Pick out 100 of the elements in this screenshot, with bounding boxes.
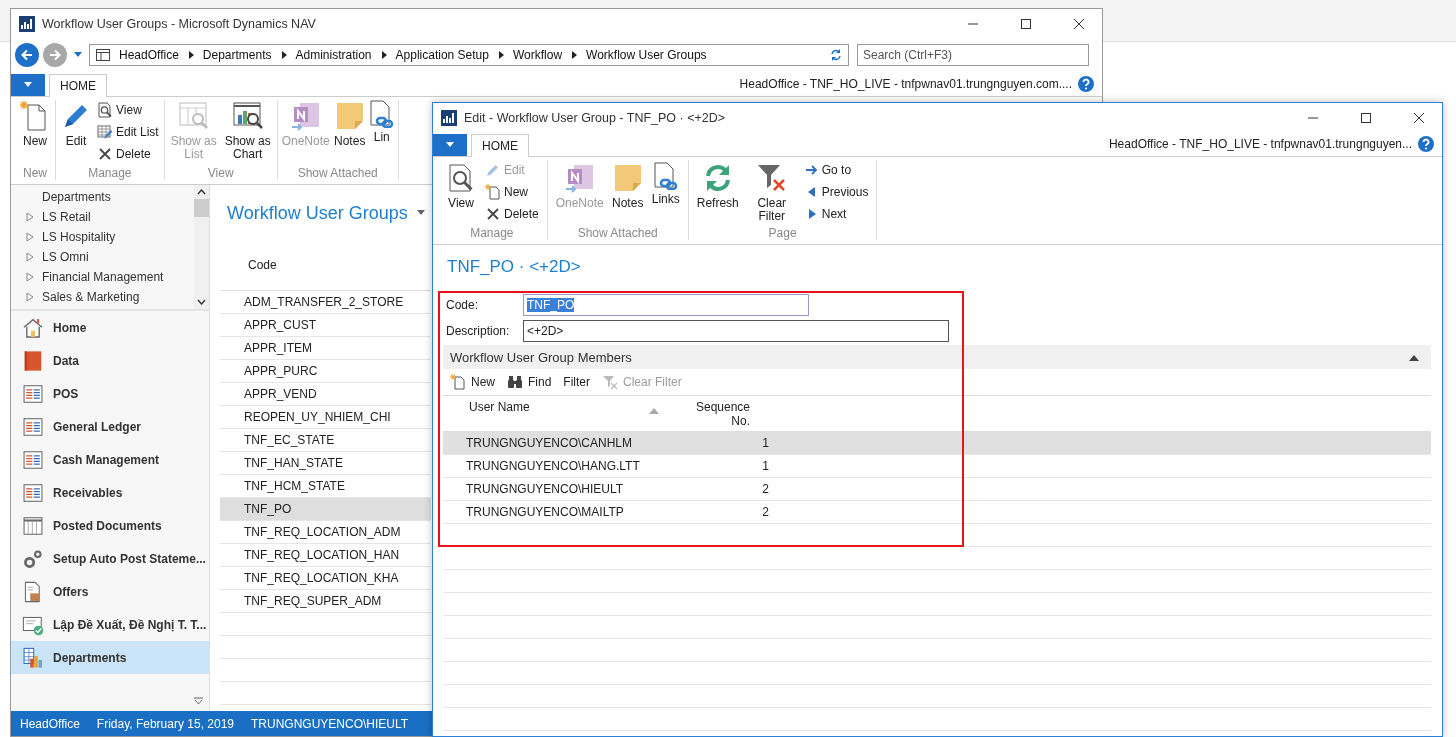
navigation-item[interactable]: Receivables	[11, 476, 209, 509]
separator-icon	[497, 51, 504, 59]
ribbon-button[interactable]: Next	[802, 204, 871, 224]
navigation-item[interactable]: Posted Documents	[11, 509, 209, 542]
breadcrumb-item[interactable]: HeadOffice	[119, 48, 179, 62]
toolbar-button[interactable]: Find	[507, 374, 552, 390]
tree-item[interactable]: Departments	[42, 190, 111, 204]
input-field[interactable]: TNF_PO	[523, 293, 809, 316]
table-row[interactable]: TNF_EC_STATE	[220, 429, 431, 452]
ribbon-button[interactable]: Previous	[802, 182, 871, 202]
ribbon-tab[interactable]: HOME	[49, 74, 107, 97]
document-search-icon	[97, 102, 113, 118]
tree-item[interactable]: LS Hospitality	[42, 230, 116, 244]
ribbon-group-label: View	[206, 166, 235, 180]
table-row[interactable]: APPR_PURC	[220, 360, 431, 383]
navigation-item[interactable]: Lập Đề Xuất, Đề Nghị T. T...	[11, 608, 209, 641]
table-row[interactable]: APPR_ITEM	[220, 337, 431, 360]
ribbon-button[interactable]: Links	[649, 160, 682, 226]
navigation-item[interactable]: General Ledger	[11, 410, 209, 443]
ribbon-button[interactable]: Go to	[802, 160, 871, 180]
scroll-up-icon	[197, 189, 206, 195]
collapse-chevron-icon	[1409, 353, 1419, 361]
close-icon	[1413, 111, 1425, 124]
search-field[interactable]: Search (Ctrl+F3)	[857, 44, 1089, 66]
navigation-item[interactable]: POS	[11, 377, 209, 410]
application-menu-button[interactable]	[11, 74, 45, 96]
notebook-icon	[563, 162, 596, 194]
ribbon-button[interactable]: Delete	[483, 204, 541, 224]
column-header[interactable]: User Name	[469, 400, 530, 414]
table-row[interactable]: APPR_CUST	[220, 314, 431, 337]
separator-icon	[571, 51, 578, 59]
help-icon	[1078, 76, 1094, 92]
table-row[interactable]: TNF_REQ_LOCATION_KHA	[220, 567, 431, 590]
ribbon-group-label: Manage	[469, 226, 515, 240]
section-header[interactable]: Workflow User Group Members	[443, 345, 1431, 369]
ribbon-button[interactable]: New	[483, 182, 541, 202]
scroll-down-icon	[197, 299, 206, 305]
toolbar-button[interactable]: Filter	[563, 375, 591, 389]
navigation-item[interactable]: Data	[11, 344, 209, 377]
table-row[interactable]: TNF_REQ_LOCATION_HAN	[220, 544, 431, 567]
forward-button[interactable]	[43, 43, 67, 67]
navigation-item[interactable]: Home	[11, 311, 209, 344]
breadcrumb-item[interactable]: Departments	[202, 48, 272, 62]
breadcrumb-item[interactable]: Workflow	[512, 48, 563, 62]
scroll-thumb[interactable]	[194, 199, 209, 217]
table-row[interactable]: ADM_TRANSFER_2_STORE	[220, 291, 431, 314]
document-icon	[450, 374, 466, 390]
back-button[interactable]	[15, 43, 39, 67]
table-row[interactable]: TRUNGNGUYENCO\HIEULT 2	[443, 478, 1431, 501]
application-menu-button[interactable]	[433, 134, 467, 156]
ribbon-button[interactable]: Show as Chart	[221, 100, 274, 166]
table-row[interactable]: TNF_HAN_STATE	[220, 452, 431, 475]
tree-item[interactable]: LS Retail	[42, 210, 91, 224]
table-row[interactable]: APPR_VEND	[220, 383, 431, 406]
breadcrumb-item[interactable]: Application Setup	[395, 48, 489, 62]
ribbon-button[interactable]: New	[18, 100, 52, 166]
tree-item[interactable]: LS Omni	[42, 250, 89, 264]
ribbon-button[interactable]: Clear Filter	[744, 160, 799, 226]
table-cell-text: TRUNGNGUYENCO\HANG.LTT	[465, 459, 641, 473]
notebook-icon	[289, 100, 322, 132]
navigation-item[interactable]: Offers	[11, 575, 209, 608]
ribbon-button[interactable]: Refresh	[694, 160, 741, 226]
delete-icon	[97, 146, 113, 162]
tree-item[interactable]: Financial Management	[42, 270, 164, 284]
tree-item[interactable]: Sales & Marketing	[42, 290, 140, 304]
app-logo-icon	[441, 109, 457, 126]
navigation-item[interactable]: Departments	[11, 641, 209, 674]
ribbon-button[interactable]: Edit	[59, 100, 93, 166]
breadcrumb-item[interactable]: Administration	[295, 48, 372, 62]
ribbon-button[interactable]: Delete	[95, 144, 161, 164]
table-pencil-icon	[97, 124, 113, 140]
column-header[interactable]: Sequence No.	[695, 400, 750, 428]
table-row[interactable]: TNF_REQ_LOCATION_ADM	[220, 521, 431, 544]
ribbon-button[interactable]: Notes	[609, 160, 646, 226]
ribbon-button[interactable]: Edit List	[95, 122, 161, 142]
ribbon-button[interactable]: Notes	[332, 100, 367, 166]
connection-info: HeadOffice - TNF_HO_LIVE - tnfpwnav01.trungnguyen...	[1108, 137, 1412, 151]
column-header[interactable]: Code	[248, 257, 277, 272]
breadcrumb-item[interactable]: Workflow User Groups	[586, 48, 707, 62]
scrollbar[interactable]	[194, 185, 209, 309]
status-text: HeadOffice	[20, 716, 80, 731]
table-row[interactable]: REOPEN_UY_NHIEM_CHI	[220, 406, 431, 429]
table-row[interactable]: TRUNGNGUYENCO\HANG.LTT 1	[443, 455, 1431, 478]
table-row[interactable]: TNF_PO	[220, 498, 431, 521]
navigation-item[interactable]: Setup Auto Post Stateme...	[11, 542, 209, 575]
ribbon-button[interactable]: View	[443, 160, 479, 226]
ribbon-button[interactable]: Lin	[368, 100, 395, 166]
address-bar[interactable]: HeadOffice Departments Administration Application Setup Workflow Workflow User Groups	[89, 44, 849, 66]
input-field[interactable]: <+2D>	[523, 319, 949, 342]
table-row[interactable]: TRUNGNGUYENCO\CANHLM 1	[443, 432, 1431, 455]
toolbar-button[interactable]: New	[450, 374, 495, 390]
more-chevron-icon	[194, 697, 203, 705]
navigation-item[interactable]: Cash Management	[11, 443, 209, 476]
table-icon	[96, 49, 110, 61]
table-cell-text: TRUNGNGUYENCO\HIEULT	[465, 482, 625, 496]
ribbon-button[interactable]: View	[95, 100, 161, 120]
ribbon-tab[interactable]: HOME	[471, 134, 529, 157]
maximize-icon	[1360, 111, 1372, 124]
list-document-icon	[22, 415, 44, 438]
sort-up-icon	[649, 408, 659, 414]
